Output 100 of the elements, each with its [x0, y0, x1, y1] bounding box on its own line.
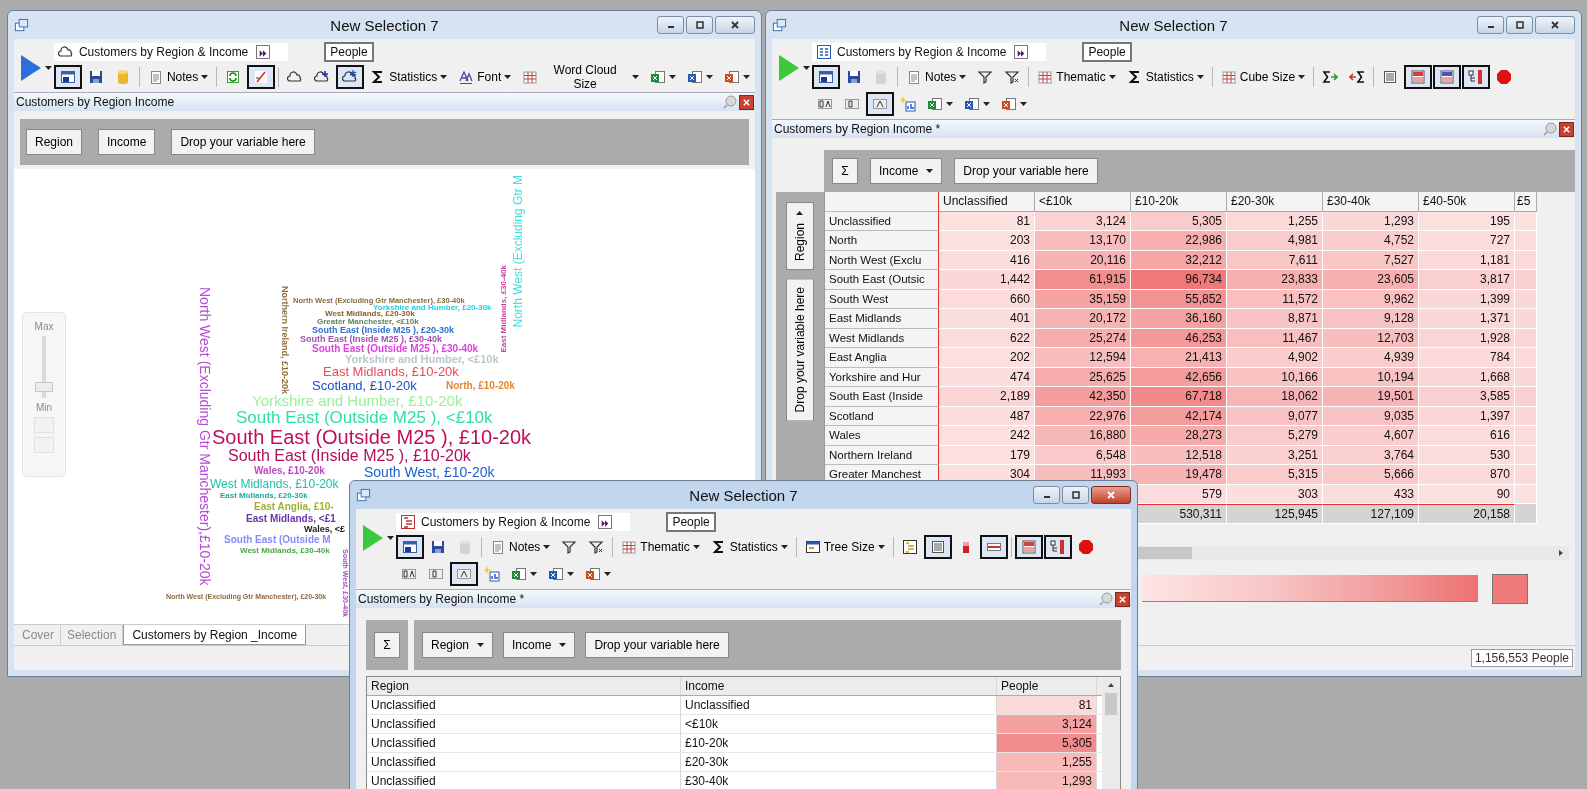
report-selector[interactable]: Customers by Region & Income — [53, 43, 289, 61]
cloud-word: Wales, <£ — [304, 525, 345, 534]
variable-button[interactable]: Region — [786, 202, 814, 271]
close-button[interactable] — [715, 16, 755, 34]
caret-icon — [530, 572, 537, 576]
toolbar-dropdown-button[interactable]: Thematic — [1032, 65, 1121, 89]
variable-button[interactable]: Income — [98, 129, 156, 155]
toolbar-dropdown-button[interactable]: Cube Size — [1215, 65, 1311, 89]
scrollbar-thumb[interactable] — [1105, 693, 1117, 715]
table-cell: 19,501 — [1323, 387, 1419, 407]
row-header: South East (Outsic — [825, 270, 939, 290]
notepad-icon — [906, 69, 922, 85]
toolbar-button[interactable] — [336, 65, 365, 89]
variable-button[interactable]: Income — [870, 158, 943, 184]
cloud-word: South East (Outside M — [224, 535, 331, 545]
variable-button[interactable]: Drop your variable here — [786, 278, 814, 422]
toolbar-dropdown-button[interactable]: Statistics — [365, 65, 453, 89]
scrollbar-thumb[interactable] — [1138, 546, 1192, 559]
variable-button[interactable]: Region — [26, 129, 83, 155]
close-icon — [1550, 20, 1560, 30]
minimize-button[interactable] — [1033, 486, 1060, 504]
variable-button[interactable]: Drop your variable here — [954, 158, 1098, 184]
statistics-button[interactable]: Σ — [374, 632, 400, 658]
forward-button[interactable] — [256, 45, 271, 59]
toolbar-button[interactable] — [1462, 65, 1491, 89]
minimize-button[interactable] — [1477, 16, 1504, 34]
table-cell: 202 — [939, 348, 1035, 368]
toolbar-dropdown-button[interactable]: Notes — [901, 65, 972, 89]
close-button[interactable] — [1559, 121, 1574, 137]
column-header: £40-50k — [1419, 192, 1515, 212]
table-cell — [1515, 211, 1537, 231]
close-button[interactable] — [739, 94, 754, 110]
report-selector[interactable]: Customers by Region & Income — [812, 43, 1047, 61]
window-icon — [804, 539, 821, 555]
table-cell: 433 — [1323, 484, 1419, 504]
measure-field[interactable]: People — [666, 512, 716, 532]
row-header: East Midlands — [825, 309, 939, 329]
close-button[interactable] — [1091, 486, 1131, 504]
measure-field[interactable]: People — [1082, 42, 1132, 62]
table-cell: 4,939 — [1323, 348, 1419, 368]
table-cell: 5,666 — [1323, 465, 1419, 485]
toolbar-button[interactable] — [1433, 65, 1462, 89]
report-selector[interactable]: Customers by Region & Income — [396, 513, 631, 531]
toolbar-button[interactable] — [450, 562, 478, 586]
table-cell: 3,585 — [1419, 387, 1515, 407]
toolbar-dropdown-button[interactable]: Font — [453, 65, 517, 89]
variable-button[interactable]: Income — [503, 632, 576, 658]
toolbar-dropdown-button[interactable]: Statistics — [1121, 65, 1209, 89]
toolbar-button[interactable] — [247, 65, 276, 89]
play-button[interactable] — [18, 53, 54, 83]
row-header: Northern Ireland — [825, 445, 939, 465]
scroll-right-icon[interactable] — [1557, 548, 1565, 557]
sheet-tab[interactable]: Customers by Region _Income — [123, 625, 307, 645]
toolbar-button[interactable] — [1404, 65, 1433, 89]
toolbar-dropdown-button[interactable]: Notes — [485, 535, 556, 559]
toolbar-button[interactable] — [979, 535, 1008, 559]
maximize-button[interactable] — [686, 16, 713, 34]
table-cell: 36,160 — [1131, 309, 1227, 329]
statistics-button[interactable]: Σ — [832, 158, 858, 184]
forward-button[interactable] — [1014, 45, 1029, 59]
table-cell — [1515, 250, 1537, 270]
toolbar-button[interactable] — [923, 535, 952, 559]
slider-thumb[interactable] — [35, 381, 53, 392]
forward-button[interactable] — [598, 515, 613, 529]
table-cell: 9,035 — [1323, 406, 1419, 426]
cloud-word: Yorkshire and Humber, <£10k — [345, 354, 499, 365]
slider-label: Min — [35, 402, 53, 413]
variable-button[interactable]: Region — [422, 632, 494, 658]
cloud-word: South East (Outside M25 ), £30-40k — [312, 344, 479, 354]
measure-field[interactable]: People — [324, 42, 374, 62]
variable-button[interactable]: Drop your variable here — [585, 632, 729, 658]
horizontal-scrollbar[interactable] — [1138, 545, 1569, 560]
table-cell: 127,109 — [1323, 504, 1419, 524]
toolbar-dropdown-button[interactable]: Word Cloud Size — [517, 65, 644, 89]
toolbar-button[interactable] — [396, 535, 424, 559]
toolbar-button[interactable] — [53, 65, 82, 89]
toolbar-dropdown-button[interactable]: Thematic — [616, 535, 705, 559]
close-button[interactable] — [1115, 591, 1130, 607]
scroll-up-icon[interactable] — [1107, 681, 1115, 689]
variable-button[interactable]: Drop your variable here — [171, 129, 315, 155]
vertical-scrollbar[interactable] — [1102, 677, 1120, 789]
table-cell: 25,625 — [1035, 367, 1131, 387]
maximize-button[interactable] — [1506, 16, 1533, 34]
table-cell: 8,871 — [1227, 309, 1323, 329]
cloud-icon — [287, 69, 304, 85]
toolbar-dropdown-button[interactable]: Tree Size — [799, 535, 890, 559]
toolbar-button[interactable] — [812, 65, 840, 89]
minimize-button[interactable] — [657, 16, 684, 34]
maximize-button[interactable] — [1062, 486, 1089, 504]
close-button[interactable] — [1535, 16, 1575, 34]
toolbar-button[interactable] — [866, 92, 894, 116]
caret-icon — [201, 75, 209, 79]
presentation-icon — [1001, 96, 1017, 112]
window-title: New Selection 7 — [330, 16, 439, 34]
toolbar-button[interactable] — [1014, 535, 1043, 559]
table-cell — [1515, 367, 1537, 387]
toolbar-dropdown-button[interactable]: Statistics — [705, 535, 793, 559]
toolbar-dropdown-button[interactable]: Notes — [142, 65, 214, 89]
toolbar-button[interactable] — [1043, 535, 1072, 559]
column-header: £20-30k — [1227, 192, 1323, 212]
